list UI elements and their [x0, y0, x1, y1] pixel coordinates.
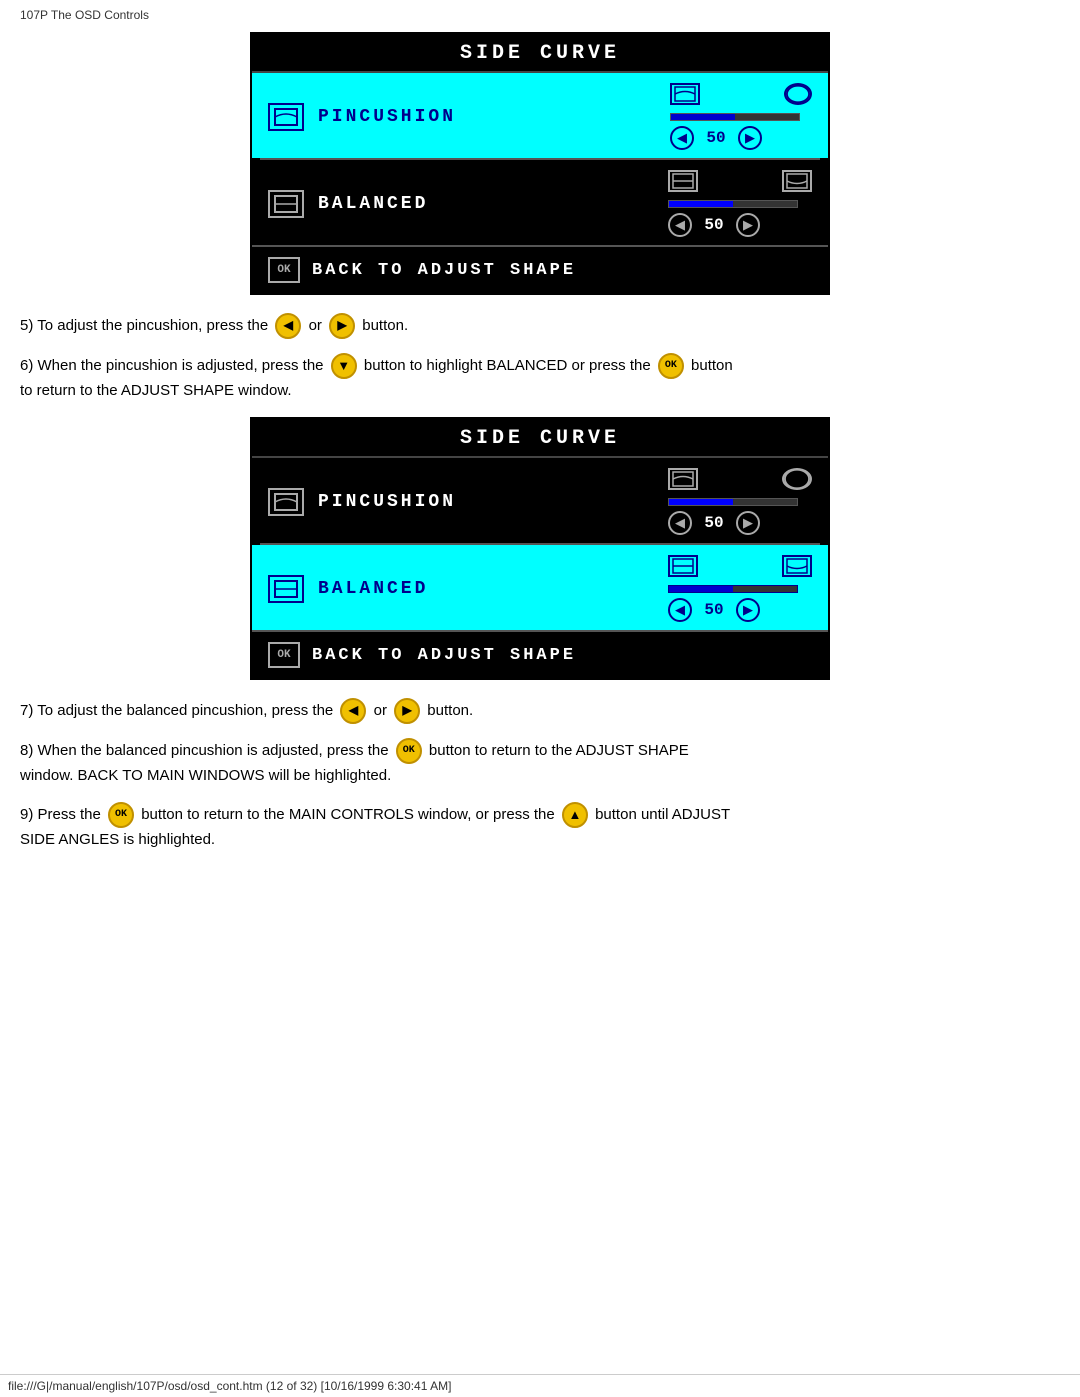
panel2-balanced-icon [268, 575, 304, 603]
step6-mid: button to highlight BALANCED or press th… [364, 357, 651, 374]
osd-panel-1: SIDE CURVE PINCUSHION [250, 32, 830, 295]
step7-text: 7) To adjust the balanced pincushion, pr… [20, 702, 333, 719]
step7-end: button. [427, 702, 473, 719]
panel2-balanced-label: BALANCED [318, 579, 668, 599]
panel2-pincushion-slider-row: ◀ 50 ▶ [668, 511, 812, 535]
panel2-pincushion-right-arrow[interactable]: ▶ [736, 511, 760, 535]
panel2-balanced-right-arrow[interactable]: ▶ [736, 598, 760, 622]
panel2-balanced-value: 50 [700, 601, 728, 619]
step9-mid: button to return to the MAIN CONTROLS wi… [141, 806, 555, 823]
step6-text: 6) When the pincushion is adjusted, pres… [20, 357, 324, 374]
panel1-title: SIDE CURVE [252, 34, 828, 73]
panel2-pincushion-shape-icons [668, 468, 812, 490]
instruction-6: 6) When the pincushion is adjusted, pres… [20, 353, 1060, 403]
panel1-pincushion-shape-icons [670, 83, 812, 105]
panel1-balanced-label: BALANCED [318, 194, 668, 214]
panel1-body: PINCUSHION [252, 73, 828, 293]
panel2-back-label: BACK TO ADJUST SHAPE [312, 646, 576, 665]
panel2-balanced-left-arrow[interactable]: ◀ [668, 598, 692, 622]
step7-or: or [374, 702, 392, 719]
panel1-balanced-left-arrow[interactable]: ◀ [668, 213, 692, 237]
panel1-pincushion-label: PINCUSHION [318, 107, 670, 127]
panel2-back-row: OK BACK TO ADJUST SHAPE [252, 630, 828, 678]
step5-text: 5) To adjust the pincushion, press the [20, 317, 268, 334]
p2-shape-concave [668, 468, 698, 490]
p2b-shape-left [668, 555, 698, 577]
shape-icon-concave [670, 83, 700, 105]
panel1-balanced-icon [268, 190, 304, 218]
p2b-shape-right [782, 555, 812, 577]
panel2-balanced-shape-icons [668, 555, 812, 577]
panel2-pincushion-controls: ◀ 50 ▶ [668, 468, 812, 535]
step8-cont: window. BACK TO MAIN WINDOWS will be hig… [20, 767, 391, 784]
panel1-back-label: BACK TO ADJUST SHAPE [312, 261, 576, 280]
panel1-balanced-slider-row: ◀ 50 ▶ [668, 213, 812, 237]
instruction-5: 5) To adjust the pincushion, press the ◀… [20, 313, 1060, 339]
panel1-pincushion-left-arrow[interactable]: ◀ [670, 126, 694, 150]
panel1-pincushion-row: PINCUSHION [252, 73, 828, 158]
p2-shape-oval [782, 468, 812, 490]
step8-mid: button to return to the ADJUST SHAPE [429, 742, 689, 759]
step6-cont: to return to the ADJUST SHAPE window. [20, 382, 292, 399]
right-arrow-btn-2[interactable]: ▶ [394, 698, 420, 724]
instruction-8: 8) When the balanced pincushion is adjus… [20, 738, 1060, 788]
panel1-pincushion-controls: ◀ 50 ▶ [670, 83, 812, 150]
shape-icon-oval [784, 83, 812, 105]
panel2-ok-icon: OK [268, 642, 300, 668]
panel2-pincushion-row: PINCUSHION [252, 458, 828, 543]
panel1-pincushion-value: 50 [702, 129, 730, 147]
panel2-pincushion-icon [268, 488, 304, 516]
panel1-balanced-row: BALANCED [252, 160, 828, 245]
instruction-7: 7) To adjust the balanced pincushion, pr… [20, 698, 1060, 724]
step9-cont: SIDE ANGLES is highlighted. [20, 831, 215, 848]
step5-end: button. [362, 317, 408, 334]
ok-btn-2[interactable]: OK [396, 738, 422, 764]
panel2-body: PINCUSHION [252, 458, 828, 678]
footer: file:///G|/manual/english/107P/osd/osd_c… [0, 1374, 1080, 1397]
step9-mid2: button until ADJUST [595, 806, 730, 823]
panel1-balanced-right-arrow[interactable]: ▶ [736, 213, 760, 237]
panel2-pincushion-left-arrow[interactable]: ◀ [668, 511, 692, 535]
step6-end: button [691, 357, 733, 374]
instruction-9: 9) Press the OK button to return to the … [20, 802, 1060, 852]
panel2-title: SIDE CURVE [252, 419, 828, 458]
footer-text: file:///G|/manual/english/107P/osd/osd_c… [8, 1379, 451, 1393]
down-arrow-btn-1[interactable]: ▼ [331, 353, 357, 379]
panel1-ok-icon: OK [268, 257, 300, 283]
top-bar-text: 107P The OSD Controls [20, 8, 149, 22]
panel1-balanced-controls: ◀ 50 ▶ [668, 170, 812, 237]
panel2-balanced-slider-row: ◀ 50 ▶ [668, 598, 812, 622]
osd-panel-2: SIDE CURVE PINCUSHION [250, 417, 830, 680]
panel1-pincushion-right-arrow[interactable]: ▶ [738, 126, 762, 150]
left-arrow-btn-2[interactable]: ◀ [340, 698, 366, 724]
step5-or: or [309, 317, 322, 334]
panel2-balanced-row: BALANCED [252, 545, 828, 630]
step9-text: 9) Press the [20, 806, 101, 823]
left-arrow-btn-1[interactable]: ◀ [275, 313, 301, 339]
balanced-shape-left [668, 170, 698, 192]
right-arrow-btn-1[interactable]: ▶ [329, 313, 355, 339]
panel2-balanced-controls: ◀ 50 ▶ [668, 555, 812, 622]
step8-text: 8) When the balanced pincushion is adjus… [20, 742, 389, 759]
top-bar: 107P The OSD Controls [20, 8, 1060, 22]
panel2-pincushion-value: 50 [700, 514, 728, 532]
balanced-shape-right [782, 170, 812, 192]
panel2-pincushion-label: PINCUSHION [318, 492, 668, 512]
panel1-balanced-value: 50 [700, 216, 728, 234]
panel1-pincushion-icon [268, 103, 304, 131]
ok-btn-1[interactable]: OK [658, 353, 684, 379]
panel1-back-row: OK BACK TO ADJUST SHAPE [252, 245, 828, 293]
panel1-pincushion-slider-row: ◀ 50 ▶ [670, 126, 812, 150]
ok-btn-3[interactable]: OK [108, 802, 134, 828]
up-arrow-btn[interactable]: ▲ [562, 802, 588, 828]
panel1-balanced-shape-icons [668, 170, 812, 192]
